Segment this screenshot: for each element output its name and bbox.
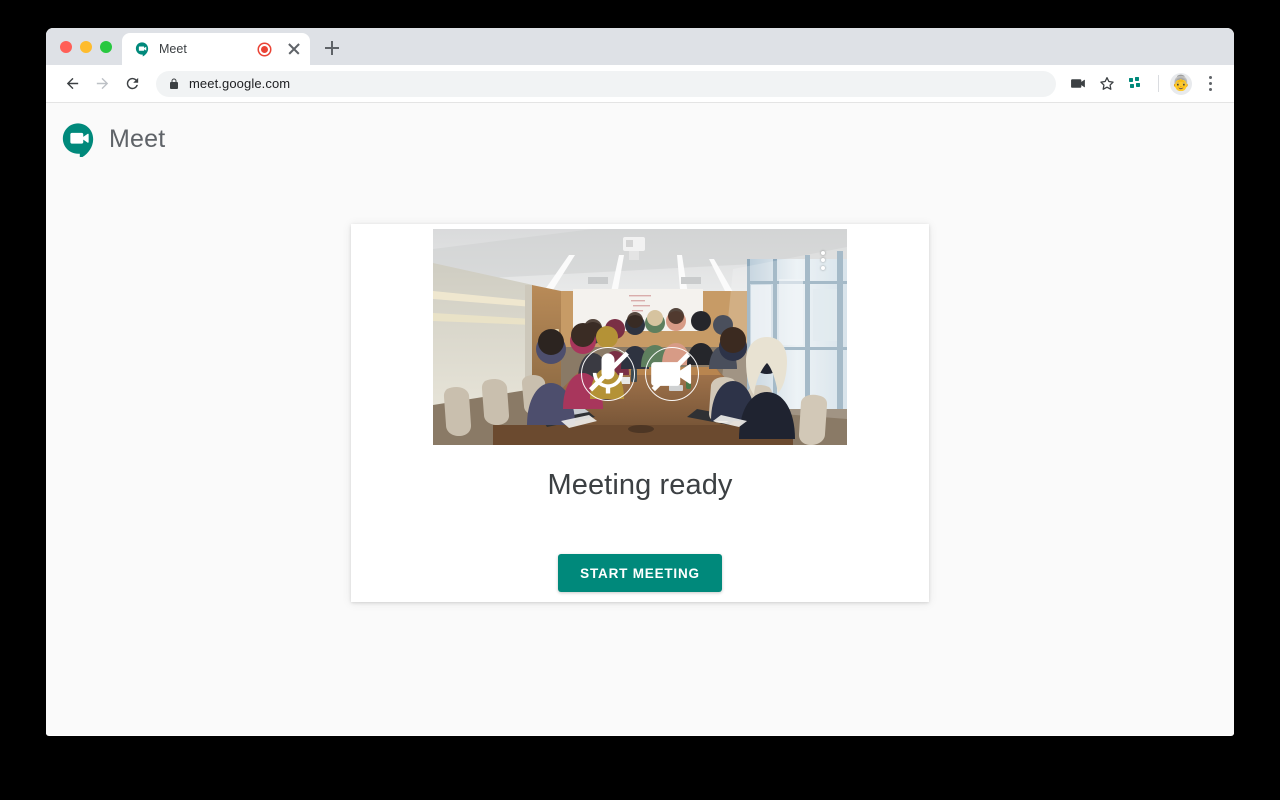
microphone-off-icon xyxy=(588,351,629,394)
address-bar-url: meet.google.com xyxy=(189,76,291,91)
toolbar-divider xyxy=(1158,75,1159,92)
tab-strip: Meet xyxy=(46,28,1234,65)
video-preview[interactable] xyxy=(433,229,847,445)
new-tab-button[interactable] xyxy=(318,34,346,62)
extension-icon xyxy=(1129,76,1140,88)
lock-icon xyxy=(170,78,178,89)
meet-logo-icon xyxy=(62,123,94,157)
toolbar-icon-group: 👵 xyxy=(1064,70,1224,98)
tab-title: Meet xyxy=(159,42,187,56)
page-content: Meet Meeting ready START MEETING xyxy=(46,103,1234,735)
arrow-right-icon xyxy=(96,77,108,90)
extension-button[interactable] xyxy=(1122,70,1150,98)
camera-off-icon xyxy=(651,352,692,392)
maximize-window-button[interactable] xyxy=(100,40,112,53)
arrow-left-icon xyxy=(66,77,78,90)
kebab-dot xyxy=(821,265,825,270)
camera-off-button[interactable] xyxy=(645,347,699,401)
kebab-dot xyxy=(821,258,825,263)
start-meeting-button[interactable]: START MEETING xyxy=(558,554,722,592)
app-header: Meet xyxy=(46,103,1234,157)
microphone-off-button[interactable] xyxy=(581,347,635,401)
tab-recording-indicator-icon xyxy=(259,43,270,55)
conference-room-image xyxy=(433,229,847,445)
cast-button[interactable] xyxy=(1064,70,1092,98)
forward-button[interactable] xyxy=(88,70,116,98)
chrome-menu-button[interactable] xyxy=(1196,70,1224,98)
back-button[interactable] xyxy=(58,70,86,98)
profile-button[interactable]: 👵 xyxy=(1167,70,1195,98)
card-actions: START MEETING xyxy=(351,554,929,592)
video-camera-icon xyxy=(1070,79,1085,88)
preview-overflow-menu-button[interactable] xyxy=(821,251,825,270)
window-traffic-lights xyxy=(56,28,122,65)
card-title: Meeting ready xyxy=(547,469,733,501)
bookmark-star-icon xyxy=(1100,76,1114,90)
meet-favicon-icon xyxy=(135,42,149,57)
browser-toolbar: meet.google.com 👵 xyxy=(46,65,1234,103)
close-window-button[interactable] xyxy=(60,40,72,53)
app-wordmark: Meet xyxy=(109,124,166,153)
browser-window: Meet meet.google.com 👵 Meet Meeting read… xyxy=(46,28,1234,736)
browser-tab-meet[interactable]: Meet xyxy=(122,33,310,65)
reload-button[interactable] xyxy=(118,70,146,98)
tab-close-icon[interactable] xyxy=(286,41,302,57)
kebab-dot xyxy=(1208,82,1212,85)
kebab-dot xyxy=(1208,87,1212,91)
kebab-dot xyxy=(821,251,825,255)
avatar: 👵 xyxy=(1170,72,1192,95)
meeting-ready-card: Meeting ready START MEETING xyxy=(351,224,929,602)
kebab-dot xyxy=(1208,76,1212,80)
bookmark-button[interactable] xyxy=(1093,70,1121,98)
address-bar[interactable]: meet.google.com xyxy=(156,70,1056,97)
reload-icon xyxy=(126,77,138,90)
minimize-window-button[interactable] xyxy=(80,40,92,53)
av-controls xyxy=(433,347,847,401)
